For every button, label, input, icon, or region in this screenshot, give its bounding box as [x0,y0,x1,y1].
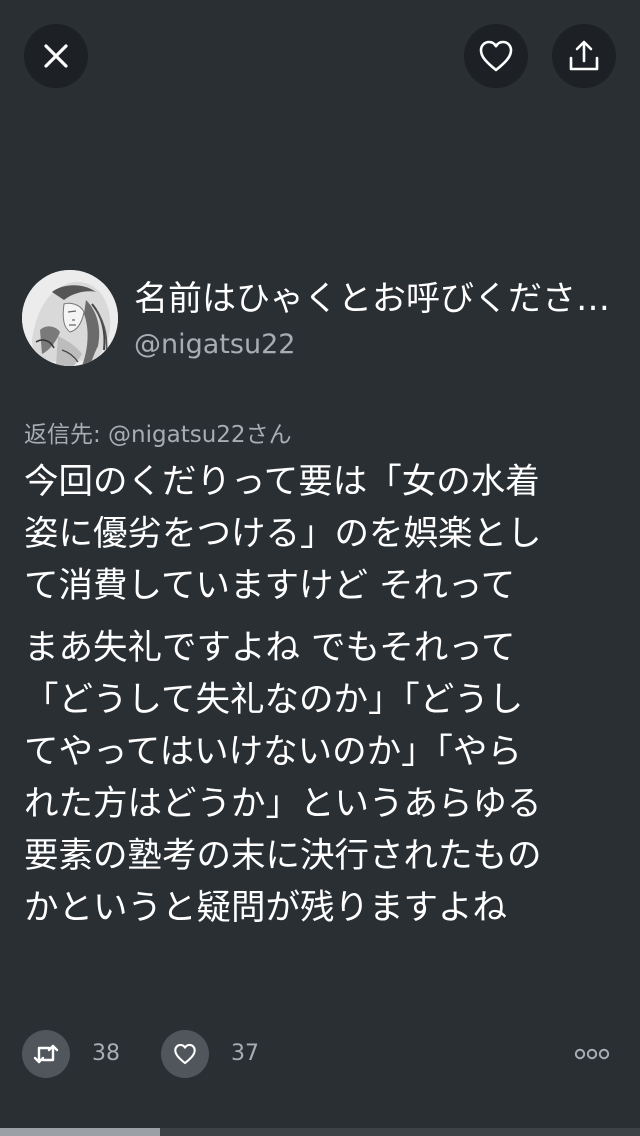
more-dots-icon [574,1048,610,1060]
retweet-count[interactable]: 38 [92,1040,120,1068]
media-progress-fill [0,1128,160,1136]
avatar-illustration [22,270,118,366]
tweet-author[interactable]: 名前はひゃくとお呼びくださいませ @nigatsu22 [22,270,622,366]
media-progress-bar [0,1128,640,1136]
tweet-text-line: て消費していますけど それって [24,566,516,606]
tweet-text-line: てやってはいけないのか」「やら [24,732,522,772]
like-button[interactable] [161,1030,209,1078]
tweet-text: 今回のくだりって要は「女の水着 姿に優劣をつける」のを娯楽とし て消費しています… [24,456,618,934]
tweet-text-line: 姿に優劣をつける」のを娯楽とし [24,514,542,554]
like-count[interactable]: 37 [231,1040,259,1068]
share-upload-icon [569,40,599,71]
display-name[interactable]: 名前はひゃくとお呼びくださいませ [134,276,620,322]
heart-outline-icon [174,1043,196,1065]
tweet-media-viewer: 名前はひゃくとお呼びくださいませ @nigatsu22 返信先: @nigats… [0,0,640,1136]
more-options-button[interactable] [572,1038,612,1070]
retweet-icon [33,1044,59,1064]
heart-outline-icon [479,40,513,72]
retweet-button[interactable] [22,1030,70,1078]
tweet-actions: 38 37 [22,1030,622,1078]
like-button-top[interactable] [464,24,528,88]
tweet-text-line: かというと疑問が残りますよね [24,888,507,928]
tweet-text-line: 要素の塾考の末に決行されたもの [24,836,542,876]
close-button[interactable] [24,24,88,88]
tweet-text-line: まあ失礼ですよね でもそれって [24,628,516,668]
reply-to-label[interactable]: 返信先: @nigatsu22さん [24,420,292,450]
user-handle[interactable]: @nigatsu22 [134,328,295,362]
tweet-text-line: 「どうして失礼なのか」「どうし [24,680,524,720]
close-icon [44,44,68,68]
tweet-text-line: れた方はどうか」というあらゆる [24,784,542,824]
share-button[interactable] [552,24,616,88]
tweet-text-line: 今回のくだりって要は「女の水着 [24,462,540,502]
avatar[interactable] [22,270,118,366]
